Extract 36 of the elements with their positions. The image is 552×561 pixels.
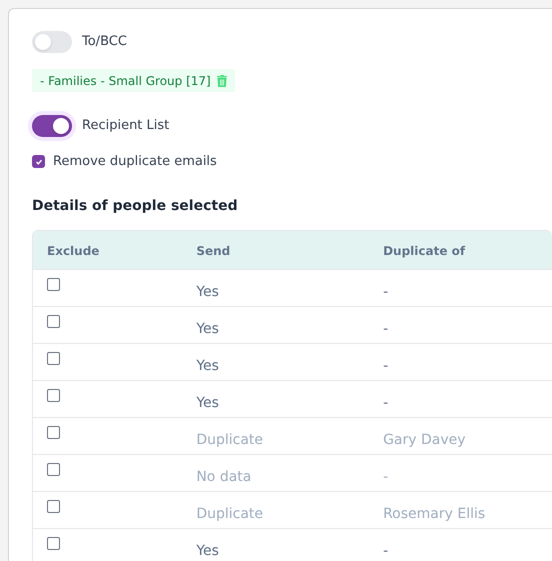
column-header: Send xyxy=(196,244,230,258)
exclude-checkbox[interactable] xyxy=(47,536,60,550)
table-cell: - xyxy=(383,468,388,484)
table-cell: Duplicate xyxy=(196,506,264,522)
checkbox[interactable] xyxy=(32,155,45,168)
table-cell: - xyxy=(383,394,388,410)
table-cell: Yes xyxy=(196,542,219,558)
table-cell: Duplicate xyxy=(196,432,264,448)
exclude-checkbox[interactable] xyxy=(47,388,60,402)
exclude-checkbox[interactable] xyxy=(47,278,60,290)
table-cell: - xyxy=(383,320,388,336)
table-cell: - xyxy=(383,542,388,558)
table-cell: Yes xyxy=(196,394,219,410)
toggle-label: Recipient List xyxy=(82,117,170,136)
toggle-switch[interactable] xyxy=(32,31,72,53)
group-chip: - Families - Small Group [17] xyxy=(32,69,235,92)
table-cell: Yes xyxy=(196,358,219,374)
table-cell: - xyxy=(383,358,388,374)
exclude-checkbox[interactable] xyxy=(47,500,60,512)
column-header: Exclude xyxy=(47,244,100,258)
check-icon xyxy=(34,158,42,166)
exclude-checkbox[interactable] xyxy=(47,314,60,328)
table-cell: Rosemary Ellis xyxy=(383,506,486,522)
table-cell: Yes xyxy=(196,284,219,300)
exclude-checkbox[interactable] xyxy=(47,426,60,438)
section-heading: Details of people selected xyxy=(32,196,239,216)
exclude-checkbox[interactable] xyxy=(47,352,60,364)
table-cell: Gary Davey xyxy=(383,432,466,448)
table-cell: Yes xyxy=(196,320,219,336)
toggle-label: To/BCC xyxy=(82,33,127,52)
checkbox-label: Remove duplicate emails xyxy=(53,153,217,171)
column-header: Duplicate of xyxy=(383,244,466,258)
table-cell: - xyxy=(383,284,388,300)
exclude-checkbox[interactable] xyxy=(47,462,60,476)
table-cell: No data xyxy=(196,468,252,484)
toggle-switch[interactable] xyxy=(32,115,72,137)
